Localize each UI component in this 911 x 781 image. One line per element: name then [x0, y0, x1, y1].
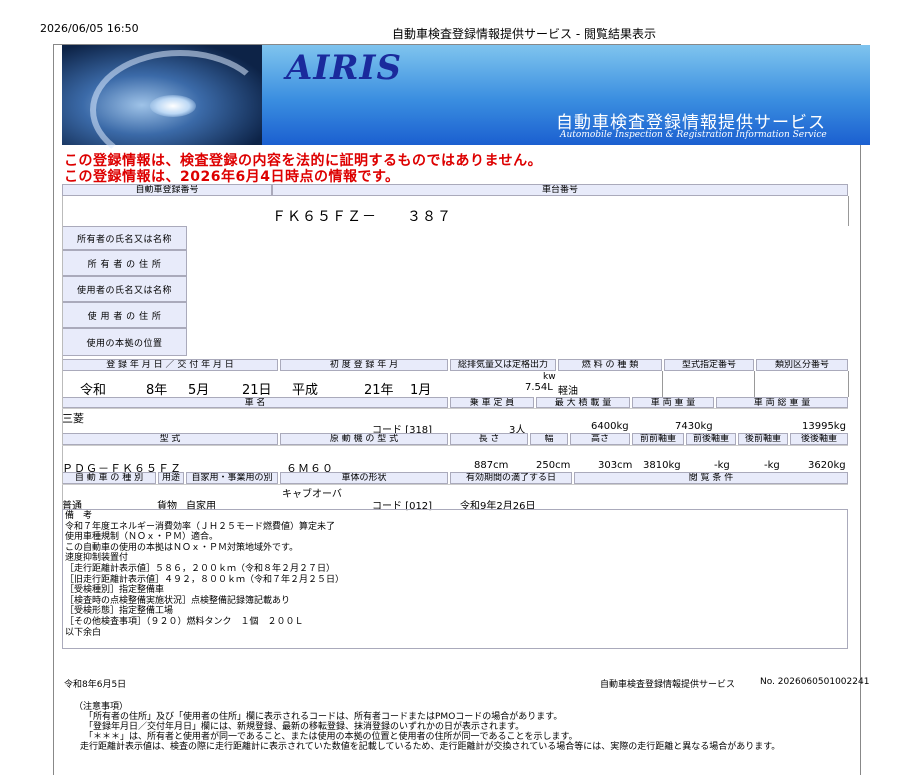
kind-header: 自 動 車 の 種 別 [62, 472, 156, 484]
remarks-line: 令和７年度エネルギー消費効率（ＪＨ２５モード燃費値）算定未了 [65, 521, 336, 532]
note-line: 「所有者の住所」及び「使用者の住所」欄に表示されるコードは、所有者コードまたはP… [84, 712, 563, 722]
airis-logo: AIRIS [286, 48, 402, 88]
issue-date: 令和8年6月5日 [64, 680, 127, 690]
ff-axle-header: 前前軸重 [632, 433, 684, 445]
first-reg-era: 平成 [292, 383, 319, 398]
length-value: 887cm [474, 460, 509, 471]
divider [848, 196, 849, 226]
remarks-line: 使用車種規制（ＮＯｘ・ＰＭ）適合。 [65, 532, 219, 543]
remarks-line: ［受検形態］指定整備工場 [65, 606, 174, 617]
divider [62, 445, 848, 446]
reg-date-era: 令和 [80, 383, 107, 398]
fuel-value: 軽油 [558, 386, 578, 397]
remarks-line: ［その他検査事項］（９２０）燃料タンク １個 ２００Ｌ [65, 616, 304, 627]
notes-section: （注意事項） 「所有者の住所」及び「使用者の住所」欄に表示されるコードは、所有者… [74, 702, 780, 752]
print-datetime: 2026/06/05 16:50 [40, 22, 139, 35]
reg-date-header: 登 録 年 月 日 ／ 交 付 年 月 日 [62, 359, 278, 371]
length-header: 長 さ [450, 433, 528, 445]
remarks-line: ［受検種別］指定整備車 [65, 585, 165, 596]
divider [62, 484, 848, 485]
document-number: No. 2026060501002241 [760, 677, 870, 687]
reg-date-month: 5月 [188, 383, 210, 398]
expiry-header: 有効期間の満了する日 [450, 472, 572, 484]
fr-axle-value: -kg [714, 460, 730, 471]
fuel-header: 燃 料 の 種 類 [558, 359, 662, 371]
divider [62, 408, 848, 409]
chassis-no-value: ＦＫ６５ＦＺ－ ３８７ [272, 209, 452, 225]
first-reg-header: 初 度 登 録 年 月 [280, 359, 448, 371]
car-headlight-graphic [150, 95, 196, 117]
max-load-value: 6400kg [591, 421, 629, 432]
gross-weight-value: 13995kg [802, 421, 846, 432]
note-line: 「登録年月日／交付年月日」欄には、新規登録、最新の移転登録、抹消登録のいずれかの… [84, 722, 525, 732]
displacement-header: 総排気量又は定格出力 [450, 359, 556, 371]
capacity-header: 乗 車 定 員 [450, 397, 534, 408]
weight-value: 7430kg [675, 421, 713, 432]
class-no-header: 類別区分番号 [756, 359, 848, 371]
weight-header: 車 両 重 量 [632, 397, 714, 408]
shape-value: キャブオーバ [282, 489, 342, 500]
reg-date-year: 8年 [146, 383, 168, 398]
model-header: 型 式 [62, 433, 278, 445]
engine-header: 原 動 機 の 型 式 [280, 433, 448, 445]
note-line: 走行距離計表示値は、検査の際に走行距離計に表示されていた数値を記載しているため、… [80, 742, 781, 752]
remarks-line: この自動車の使用の本拠はＮＯｘ・ＰＭ対策地域外です。 [65, 542, 299, 553]
purpose-header: 自家用・事業用の別 [186, 472, 278, 484]
remarks-box: 備 考 令和７年度エネルギー消費効率（ＪＨ２５モード燃費値）算定未了 使用車種規… [62, 509, 848, 649]
remarks-line: 以下余白 [65, 627, 102, 638]
chassis-no-header: 車台番号 [272, 184, 848, 196]
service-name-en: Automobile Inspection & Registration Inf… [560, 130, 827, 140]
divider [62, 196, 63, 509]
first-reg-year: 21年 [364, 383, 394, 398]
rf-axle-value: -kg [764, 460, 780, 471]
footer-service-name: 自動車検査登録情報提供サービス [600, 680, 736, 690]
fr-axle-header: 前後軸重 [686, 433, 736, 445]
remarks-line: 速度抑制装置付 [65, 553, 129, 564]
height-header: 高さ [570, 433, 630, 445]
rr-axle-value: 3620kg [808, 460, 846, 471]
remarks-line: ［旧走行距離計表示値］４９２，８００ｋｍ（令和７年２月２５日） [65, 574, 345, 585]
remarks-line: ［検査時の点検整備実施状況］点検整備記録簿記載あり [65, 595, 291, 606]
model-no-header: 型式指定番号 [664, 359, 754, 371]
width-header: 幅 [530, 433, 568, 445]
warning-info-date: この登録情報は、2026年6月4日時点の情報です。 [64, 169, 400, 185]
browse-condition-header: 閲 覧 条 件 [574, 472, 848, 484]
shape-header: 車体の形状 [280, 472, 448, 484]
rf-axle-header: 後前軸重 [738, 433, 788, 445]
reg-date-day: 21日 [242, 383, 272, 398]
displacement-unit: kw [543, 372, 556, 382]
height-value: 303cm [598, 460, 633, 471]
car-name-value: 三菱 [62, 412, 84, 425]
notes-title: （注意事項） [74, 702, 129, 712]
base-location-label: 使用の本拠の位置 [62, 328, 187, 356]
gross-weight-header: 車 両 総 重 量 [716, 397, 848, 408]
owner-name-label: 所有者の氏名又は名称 [62, 226, 187, 250]
page-title: 自動車検査登録情報提供サービス - 閲覧結果表示 [392, 27, 656, 41]
displacement-value: 7.54L [525, 382, 553, 393]
divider [848, 371, 849, 397]
remarks-line: ［走行距離計表示値］５８６，２００ｋｍ（令和８年２月２７日） [65, 563, 336, 574]
owner-address-label: 所 有 者 の 住 所 [62, 250, 187, 276]
user-name-label: 使用者の氏名又は名称 [62, 276, 187, 302]
ff-axle-value: 3810kg [643, 460, 681, 471]
car-name-header: 車 名 [62, 397, 448, 408]
divider [662, 371, 663, 397]
user-address-label: 使 用 者 の 住 所 [62, 302, 187, 328]
first-reg-month: 1月 [410, 383, 432, 398]
remarks-label: 備 考 [65, 511, 93, 521]
width-value: 250cm [536, 460, 571, 471]
divider [754, 371, 755, 397]
use-header: 用途 [158, 472, 184, 484]
rr-axle-header: 後後軸重 [790, 433, 848, 445]
note-line: 「＊＊＊」は、所有者と使用者が同一であること、または使用の本拠の位置と使用者の住… [84, 732, 578, 742]
reg-no-header: 自動車登録番号 [62, 184, 272, 196]
max-load-header: 最 大 積 載 量 [536, 397, 630, 408]
